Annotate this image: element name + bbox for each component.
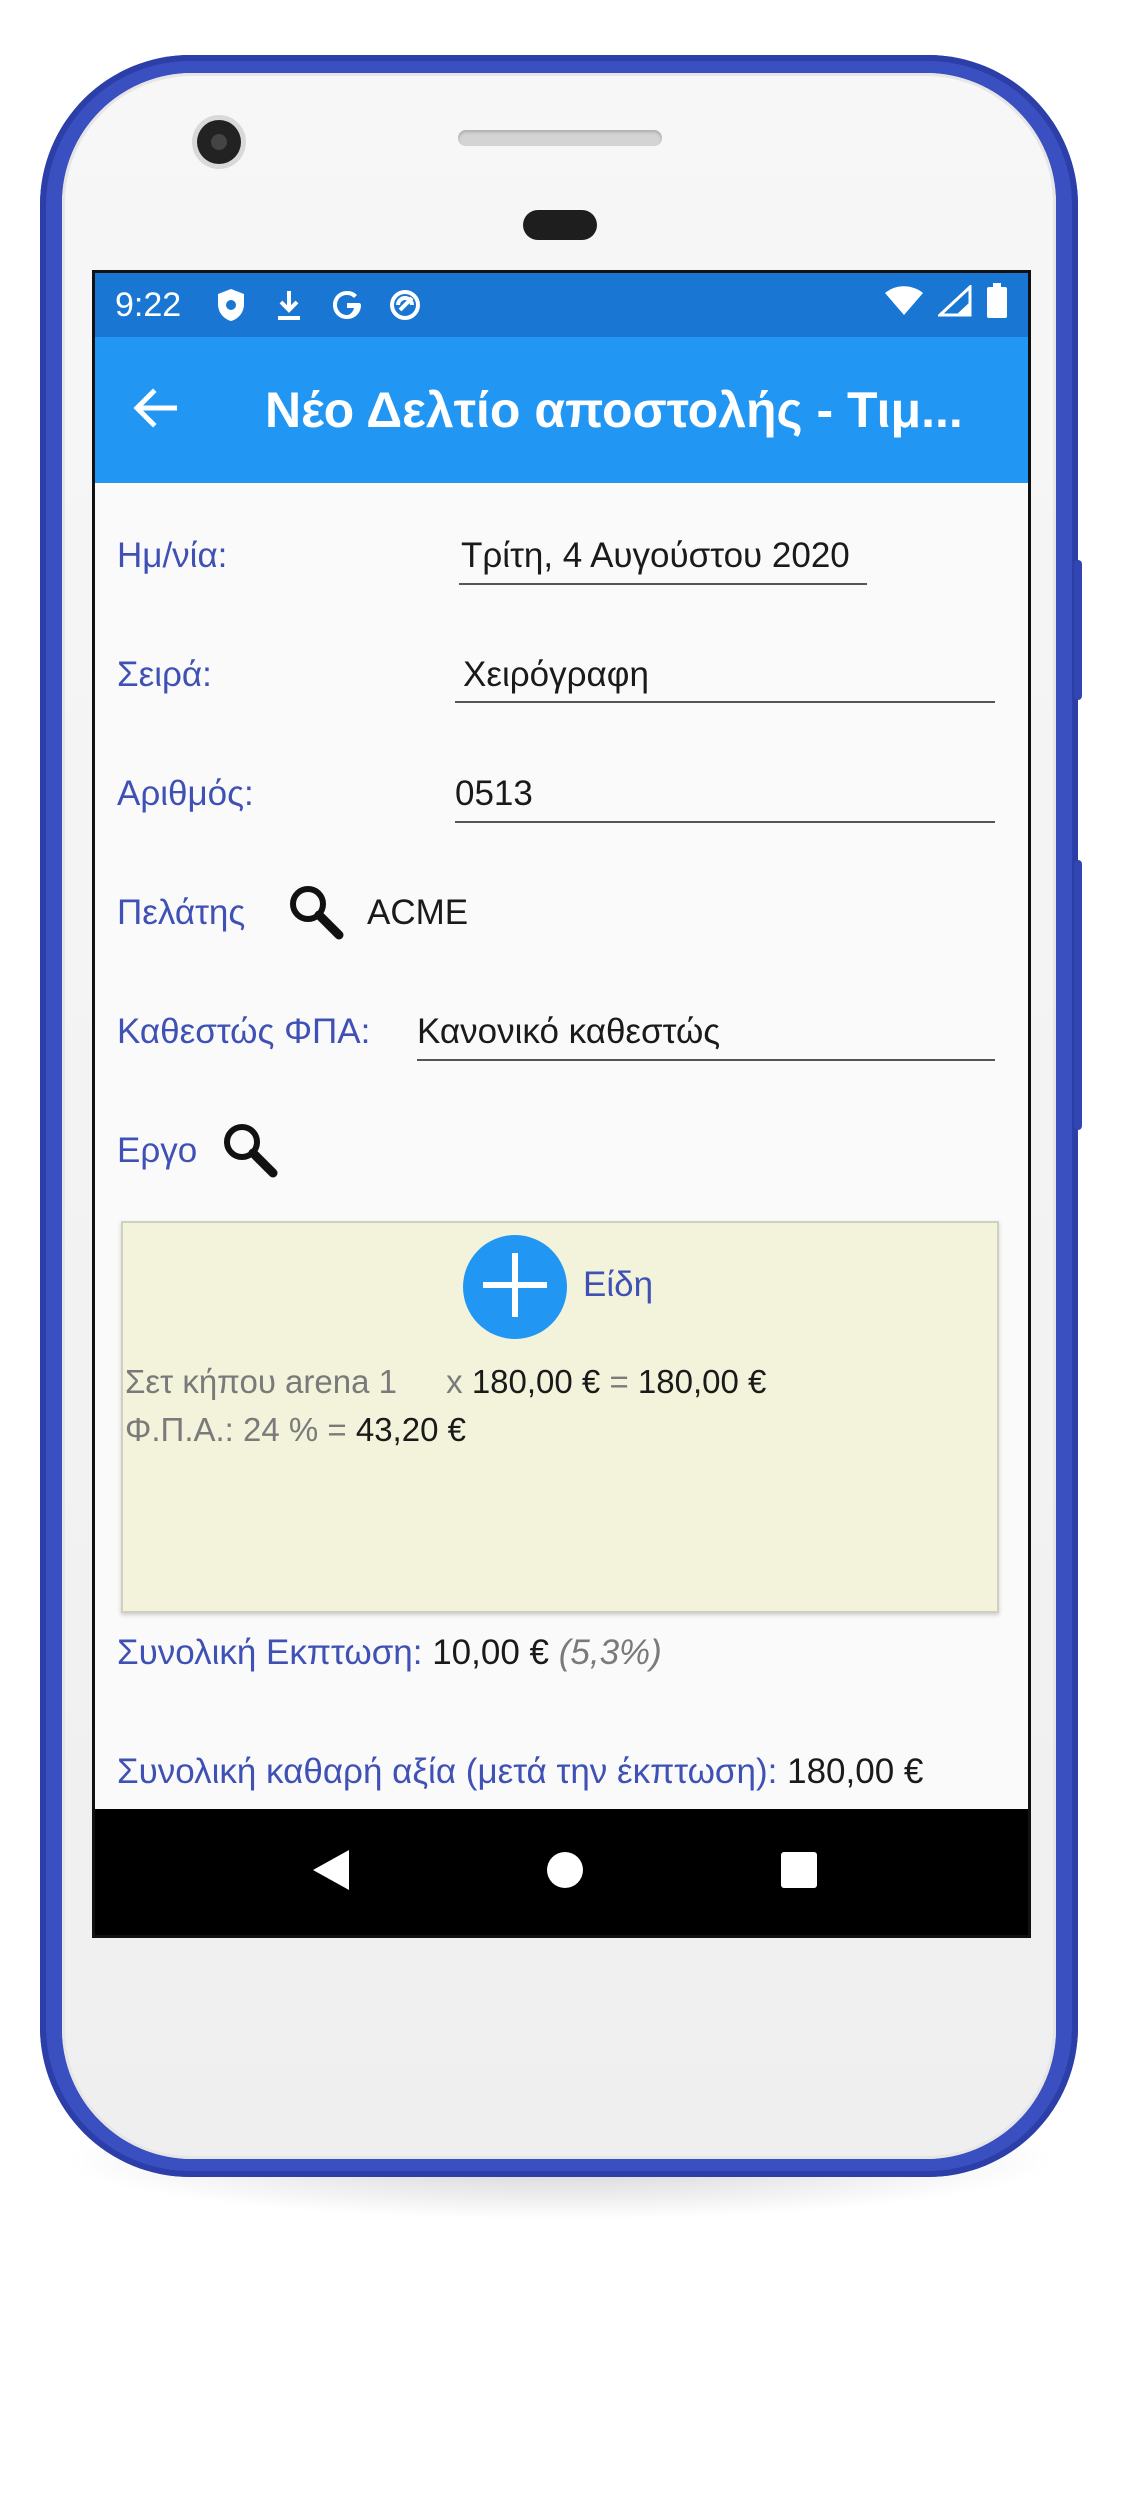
number-label: Αριθμός: bbox=[117, 774, 254, 813]
net-total-label: Συνολική καθαρή αξία (μετά την έκπτωση): bbox=[117, 1752, 778, 1791]
signal-icon bbox=[936, 283, 972, 326]
sync-icon bbox=[385, 285, 425, 325]
phone-screen: 9:22 Νέο Δελτίο αποστολής - Τιμ... Ημ/νί… bbox=[92, 270, 1031, 1938]
status-time: 9:22 bbox=[115, 285, 182, 324]
system-nav-bar bbox=[95, 1809, 1028, 1935]
nav-back-icon bbox=[311, 1848, 351, 1897]
item-price: 180,00 € bbox=[471, 1363, 601, 1400]
earpiece-speaker bbox=[458, 130, 662, 146]
nav-back-button[interactable] bbox=[271, 1809, 391, 1935]
power-button bbox=[1074, 560, 1082, 700]
series-label: Σειρά: bbox=[117, 655, 212, 694]
item-eq: = bbox=[609, 1363, 629, 1400]
date-label: Ημ/νία: bbox=[117, 536, 228, 575]
download-icon bbox=[269, 285, 309, 325]
items-card: Είδη Σετ κήπου arena 1 x 180,00 € = 180,… bbox=[121, 1221, 999, 1613]
customer-value: ACME bbox=[367, 893, 469, 932]
project-label: Εργο bbox=[117, 1131, 198, 1170]
proximity-sensor bbox=[523, 210, 597, 240]
nav-recents-icon bbox=[780, 1851, 818, 1894]
page-title: Νέο Δελτίο αποστολής - Τιμ... bbox=[265, 382, 963, 438]
arrow-left-icon bbox=[133, 387, 178, 433]
date-field[interactable]: Τρίτη, 4 Αυγούστου 2020 bbox=[461, 536, 850, 576]
wifi-icon bbox=[884, 285, 924, 326]
series-select[interactable]: Χειρόγραφη bbox=[463, 655, 649, 695]
plus-icon bbox=[479, 1249, 551, 1326]
add-item-button[interactable] bbox=[463, 1235, 567, 1339]
item-vat-line: Φ.Π.Α.: 24 % = 43,20 € bbox=[125, 1411, 466, 1449]
vat-status-label: Καθεστώς ΦΠΑ: bbox=[117, 1012, 371, 1051]
vat-status-underline bbox=[417, 1059, 995, 1061]
project-search-icon[interactable] bbox=[219, 1119, 279, 1184]
nav-home-button[interactable] bbox=[505, 1809, 625, 1935]
discount-percent: (5,3%) bbox=[558, 1633, 662, 1672]
items-label[interactable]: Είδη bbox=[583, 1265, 653, 1305]
app-bar: Νέο Δελτίο αποστολής - Τιμ... bbox=[95, 337, 1028, 483]
customer-label: Πελάτης bbox=[117, 893, 246, 932]
net-total-value: 180,00 € bbox=[787, 1752, 924, 1791]
volume-button bbox=[1074, 860, 1082, 1130]
number-underline bbox=[455, 821, 995, 823]
item-total: 180,00 € bbox=[637, 1363, 767, 1400]
status-right-icons bbox=[884, 273, 1008, 337]
date-underline bbox=[459, 583, 867, 585]
back-button[interactable] bbox=[95, 337, 215, 483]
item-vat-value: 43,20 € bbox=[355, 1411, 466, 1448]
discount-value: 10,00 € bbox=[432, 1633, 549, 1672]
discount-label: Συνολική Εκπτωση: bbox=[117, 1633, 423, 1672]
item-line[interactable]: Σετ κήπου arena 1 x 180,00 € = 180,00 € bbox=[125, 1363, 766, 1401]
shield-icon bbox=[211, 285, 251, 325]
form-content: Ημ/νία: Τρίτη, 4 Αυγούστου 2020 Σειρά: Χ… bbox=[95, 483, 1028, 1791]
net-total-row: Συνολική καθαρή αξία (μετά την έκπτωση):… bbox=[117, 1752, 923, 1792]
vat-status-select[interactable]: Κανονικό καθεστώς bbox=[417, 1012, 720, 1052]
battery-icon bbox=[986, 282, 1008, 328]
google-icon bbox=[327, 285, 367, 325]
discount-row: Συνολική Εκπτωση: 10,00 € (5,3%) bbox=[117, 1633, 662, 1673]
number-input[interactable]: 0513 bbox=[455, 774, 533, 814]
front-camera bbox=[197, 120, 241, 164]
item-qty-sep: x bbox=[446, 1363, 463, 1400]
nav-recents-button[interactable] bbox=[739, 1809, 859, 1935]
customer-search-icon[interactable] bbox=[285, 881, 345, 946]
item-name: Σετ κήπου arena 1 bbox=[125, 1363, 397, 1400]
nav-home-icon bbox=[545, 1850, 585, 1895]
status-bar: 9:22 bbox=[95, 273, 1028, 337]
series-underline bbox=[455, 701, 995, 703]
item-vat-label: Φ.Π.Α.: 24 % = bbox=[125, 1411, 347, 1448]
